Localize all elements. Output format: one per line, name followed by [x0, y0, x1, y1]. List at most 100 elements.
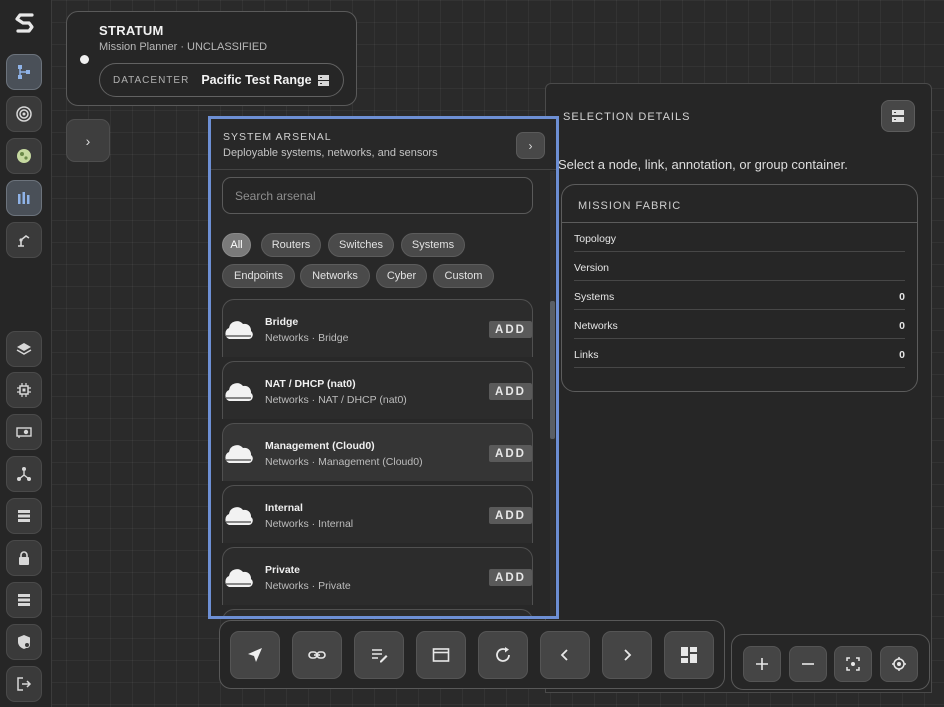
fabric-row-value: 0	[899, 348, 905, 361]
details-hint: Select a node, link, annotation, or grou…	[558, 157, 848, 172]
arsenal-title: SYSTEM ARSENAL	[223, 131, 332, 143]
fabric-row: Links 0	[574, 339, 905, 368]
arsenal-item-nat-dhcp[interactable]: NAT / DHCP (nat0) Networks · NAT / DHCP …	[222, 361, 533, 419]
annotate-tool-button[interactable]	[354, 631, 404, 679]
add-button[interactable]: ADD	[489, 507, 532, 524]
filter-chip-cyber[interactable]: Cyber	[376, 264, 427, 288]
next-button[interactable]	[602, 631, 652, 679]
fabric-row: Systems 0	[574, 281, 905, 310]
rail-server-rack-button[interactable]	[6, 498, 42, 534]
filter-chip-routers[interactable]: Routers	[261, 233, 321, 257]
add-button[interactable]: ADD	[489, 445, 532, 462]
fabric-row-value: 0	[899, 319, 905, 332]
zoom-out-icon	[802, 663, 814, 665]
canvas-toolbar	[219, 620, 725, 689]
cloud-icon	[225, 569, 253, 587]
fabric-row-label: Version	[574, 261, 610, 274]
expand-panel-button[interactable]: ›	[66, 119, 110, 162]
rail-layers-button[interactable]	[6, 331, 42, 367]
layers-icon	[16, 343, 32, 355]
storage-icon	[18, 594, 30, 606]
server-icon	[892, 110, 904, 122]
arsenal-item-partial[interactable]	[222, 609, 533, 616]
link-tool-button[interactable]	[292, 631, 342, 679]
details-server-button[interactable]	[881, 100, 915, 132]
zoom-controls	[731, 634, 930, 690]
rail-gpu-card-button[interactable]	[6, 414, 42, 450]
fabric-row-label: Links	[574, 348, 599, 361]
rail-shield-button[interactable]	[6, 624, 42, 660]
filter-chip-all[interactable]: All	[222, 233, 251, 257]
item-meta: Networks · Internal	[265, 518, 354, 530]
refresh-button[interactable]	[478, 631, 528, 679]
item-name: Bridge	[265, 316, 299, 328]
robot-arm-icon	[18, 235, 30, 247]
rail-logout-button[interactable]	[6, 666, 42, 702]
add-button[interactable]: ADD	[489, 383, 532, 400]
rail-target-button[interactable]	[6, 96, 42, 132]
arsenal-item-private[interactable]: Private Networks · Private ADD	[222, 547, 533, 605]
fabric-row-value: 0	[899, 290, 905, 303]
scrollbar-thumb[interactable]	[550, 301, 555, 439]
refresh-icon	[496, 647, 510, 662]
rail-topology-button[interactable]	[6, 54, 42, 90]
rail-storage-button[interactable]	[6, 582, 42, 618]
arsenal-next-button[interactable]: ›	[516, 132, 545, 159]
locate-button[interactable]	[880, 646, 918, 682]
details-title: SELECTION DETAILS	[563, 111, 691, 123]
arsenal-item-bridge[interactable]: Bridge Networks · Bridge ADD	[222, 299, 533, 357]
topology-icon	[18, 65, 30, 79]
fabric-row: Version	[574, 252, 905, 281]
filter-chip-networks[interactable]: Networks	[300, 264, 370, 288]
rail-robot-arm-button[interactable]	[6, 222, 42, 258]
add-button[interactable]: ADD	[489, 321, 532, 338]
rail-hub-button[interactable]	[6, 456, 42, 492]
item-meta: Networks · Private	[265, 580, 351, 592]
rail-chip-button[interactable]	[6, 372, 42, 408]
previous-button[interactable]	[540, 631, 590, 679]
arsenal-search-input[interactable]	[222, 177, 533, 214]
chevron-left-icon	[560, 649, 568, 661]
filter-chip-custom[interactable]: Custom	[433, 264, 494, 288]
zoom-out-button[interactable]	[789, 646, 827, 682]
datacenter-label: DATACENTER	[113, 74, 190, 86]
system-arsenal-panel: SYSTEM ARSENAL Deployable systems, netwo…	[208, 116, 559, 619]
link-icon	[308, 651, 326, 659]
chip-icon	[17, 383, 31, 397]
item-name: Management (Cloud0)	[265, 440, 375, 452]
rail-globe-button[interactable]	[6, 138, 42, 174]
fit-view-button[interactable]	[834, 646, 872, 682]
filter-chip-systems[interactable]: Systems	[401, 233, 465, 257]
filter-chip-endpoints[interactable]: Endpoints	[222, 264, 295, 288]
group-container-icon	[432, 648, 450, 662]
pointer-tool-button[interactable]	[230, 631, 280, 679]
group-container-tool-button[interactable]	[416, 631, 466, 679]
cloud-icon	[225, 383, 253, 401]
datacenter-selector[interactable]: DATACENTER Pacific Test Range	[99, 63, 344, 97]
cloud-icon	[225, 507, 253, 525]
server-rack-icon	[18, 510, 30, 522]
fabric-row: Networks 0	[574, 310, 905, 339]
app-title: STRATUM	[99, 23, 164, 38]
chevron-right-icon: ›	[528, 138, 533, 153]
zoom-in-icon	[756, 658, 768, 670]
rail-bottles-button[interactable]	[6, 180, 42, 216]
fabric-row-label: Topology	[574, 232, 617, 245]
selection-details-panel: SELECTION DETAILS Select a node, link, a…	[545, 83, 932, 693]
add-button[interactable]: ADD	[489, 569, 532, 586]
arsenal-item-management[interactable]: Management (Cloud0) Networks · Managemen…	[222, 423, 533, 481]
left-rail	[0, 0, 52, 707]
item-meta: Networks · Management (Cloud0)	[265, 456, 423, 468]
filter-chip-switches[interactable]: Switches	[328, 233, 394, 257]
stratum-logo-icon	[15, 13, 34, 33]
chevron-right-icon	[624, 649, 632, 661]
dashboard-button[interactable]	[664, 631, 714, 679]
lock-icon	[19, 551, 29, 565]
arsenal-list: Bridge Networks · Bridge ADD NAT / DHCP …	[222, 299, 533, 616]
arsenal-item-internal[interactable]: Internal Networks · Internal ADD	[222, 485, 533, 543]
cloud-icon	[225, 445, 253, 463]
rail-lock-button[interactable]	[6, 540, 42, 576]
mission-fabric-card: MISSION FABRIC Topology Version Systems …	[561, 184, 918, 392]
fabric-row-label: Systems	[574, 290, 615, 303]
zoom-in-button[interactable]	[743, 646, 781, 682]
